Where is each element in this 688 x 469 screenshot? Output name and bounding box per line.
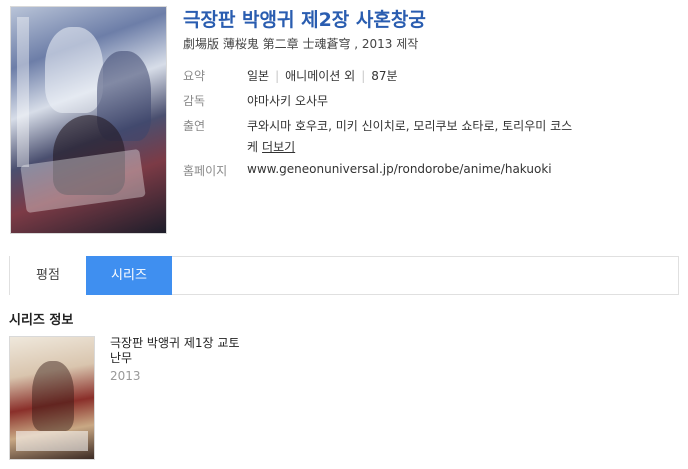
series-poster-art-figure (32, 361, 74, 431)
country-value: 일본 (247, 69, 270, 83)
series-section-title: 시리즈 정보 (9, 313, 74, 328)
more-cast-link[interactable]: 더보기 (262, 140, 295, 154)
poster-art-figure (45, 27, 103, 113)
summary-label: 요약 (183, 69, 206, 83)
poster-art-strip (17, 17, 29, 167)
poster-art-title (20, 148, 146, 214)
series-poster-image[interactable] (9, 336, 95, 460)
separator: | (275, 69, 280, 83)
movie-title: 극장판 박앵귀 제2장 사혼창궁 (183, 9, 426, 31)
genre-value: 애니메이션 외 (285, 69, 356, 83)
runtime-value: 87분 (371, 69, 398, 83)
director-value[interactable]: 야마사키 오사무 (247, 92, 328, 109)
tab-series[interactable]: 시리즈 (86, 256, 172, 295)
series-item-title[interactable]: 극장판 박앵귀 제1장 교토난무 (110, 336, 240, 366)
separator: | (361, 69, 366, 83)
homepage-link[interactable]: www.geneonuniversal.jp/rondorobe/anime/h… (247, 162, 552, 176)
series-item-year: 2013 (110, 369, 141, 383)
cast-value-line2: 케 더보기 (247, 138, 295, 155)
homepage-label: 홈페이지 (183, 164, 228, 178)
cast-label: 출연 (183, 119, 206, 133)
original-title: 劇場版 薄桜鬼 第二章 士魂蒼穹 , 2013 제작 (183, 37, 419, 51)
cast-value-tail[interactable]: 케 (247, 140, 258, 154)
cast-value-line1[interactable]: 쿠와시마 호우코, 미키 신이치로, 모리쿠보 쇼타로, 토리우미 코스 (247, 117, 572, 134)
director-label: 감독 (183, 94, 206, 108)
movie-poster-image[interactable] (10, 6, 167, 234)
tab-bar: 평점 시리즈 (9, 256, 679, 295)
summary-value: 일본 | 애니메이션 외 | 87분 (247, 67, 398, 84)
series-poster-art-title (16, 431, 88, 451)
tab-review[interactable]: 평점 (10, 256, 87, 295)
